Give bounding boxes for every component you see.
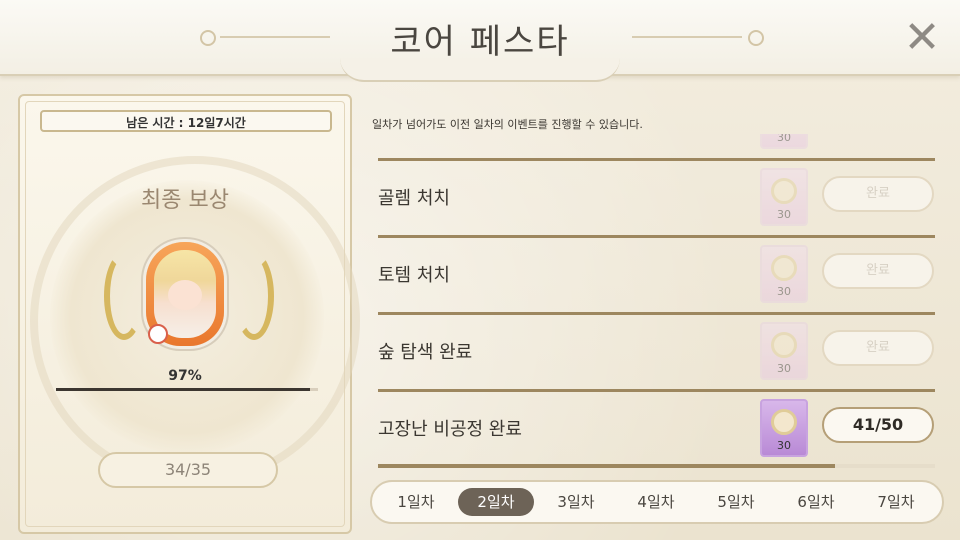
reward-qty: 30	[777, 134, 791, 144]
portrait-badge-icon	[148, 324, 168, 344]
reward-qty: 30	[777, 362, 791, 375]
complete-button[interactable]: 완료	[822, 176, 934, 212]
complete-button[interactable]: 완료	[822, 330, 934, 366]
list-item: 고장난 비공정 완료 30 41/50	[378, 389, 935, 466]
final-reward-title: 최종 보상	[141, 188, 229, 213]
close-icon[interactable]: ✕	[900, 16, 944, 60]
mission-progress-bar	[378, 464, 935, 468]
coin-icon	[771, 178, 797, 204]
row-divider	[378, 158, 935, 161]
ornament-line-right	[632, 36, 742, 38]
remaining-time: 남은 시간 : 12일7시간	[40, 110, 332, 132]
laurel-right-icon	[234, 252, 274, 340]
list-item: 골렘 처치 30 완료	[378, 158, 935, 235]
complete-button[interactable]: 완료	[822, 253, 934, 289]
progress-count: 34/35	[98, 452, 278, 488]
progress-bar	[56, 388, 318, 391]
portrait-face	[168, 280, 202, 310]
tab-day-3[interactable]: 3일차	[538, 488, 614, 516]
ornament-right-icon	[748, 30, 764, 46]
tab-day-7[interactable]: 7일차	[858, 488, 934, 516]
reward-qty: 30	[777, 285, 791, 298]
list-item: 숲 탐색 완료 30 완료	[378, 312, 935, 389]
mission-label: 고장난 비공정 완료	[378, 419, 522, 440]
mission-progress-fill	[378, 464, 835, 468]
final-reward-panel: 남은 시간 : 12일7시간 최종 보상 97% 34/35	[18, 94, 360, 534]
day-tabs: 1일차 2일차 3일차 4일차 5일차 6일차 7일차	[370, 480, 944, 524]
mission-label: 골렘 처치	[378, 188, 450, 209]
coin-icon	[771, 255, 797, 281]
progress-bar-fill	[56, 388, 311, 391]
coin-icon	[771, 409, 797, 435]
mission-list[interactable]: 30 골렘 처치 30 완료 토템 처치 30 완료 숲 탐색 완료 30 완료…	[378, 134, 935, 468]
reward-card[interactable]: 30	[760, 134, 808, 149]
reward-card[interactable]: 30	[760, 245, 808, 303]
tab-day-4[interactable]: 4일차	[618, 488, 694, 516]
header-bar: 코어 페스타 ✕	[0, 0, 960, 82]
tab-day-5[interactable]: 5일차	[698, 488, 774, 516]
tab-day-6[interactable]: 6일차	[778, 488, 854, 516]
tab-day-1[interactable]: 1일차	[378, 488, 454, 516]
progress-percent: 97%	[168, 368, 202, 384]
tab-day-2[interactable]: 2일차	[458, 488, 534, 516]
coin-icon	[771, 332, 797, 358]
row-divider	[378, 235, 935, 238]
list-item: 토템 처치 30 완료	[378, 235, 935, 312]
mission-label: 토템 처치	[378, 265, 450, 286]
character-portrait[interactable]	[146, 242, 224, 346]
notice-text: 일차가 넘어가도 이전 일차의 이벤트를 진행할 수 있습니다.	[372, 118, 643, 131]
page-title: 코어 페스타	[390, 22, 570, 62]
laurel-left-icon	[104, 252, 144, 340]
list-item: 30	[378, 134, 935, 158]
reward-qty: 30	[777, 439, 791, 452]
reward-card[interactable]: 30	[760, 322, 808, 380]
reward-qty: 30	[777, 208, 791, 221]
mission-progress-count: 41/50	[822, 407, 934, 443]
reward-card[interactable]: 30	[760, 168, 808, 226]
reward-card[interactable]: 30	[760, 399, 808, 457]
mission-label: 숲 탐색 완료	[378, 342, 473, 363]
